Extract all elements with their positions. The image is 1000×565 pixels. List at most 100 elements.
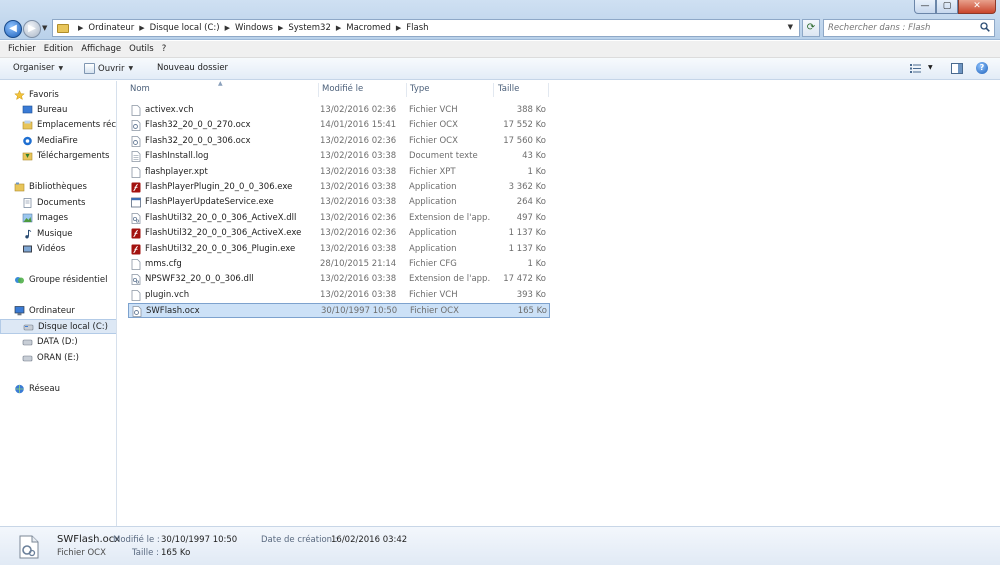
new-folder-button[interactable]: Nouveau dossier	[157, 63, 228, 73]
file-name: FlashPlayerPlugin_20_0_0_306.exe	[145, 182, 293, 192]
menu-outils[interactable]: Outils	[125, 44, 158, 54]
recent-places-icon	[22, 120, 33, 129]
file-row[interactable]: flashplayer.xpt 13/02/2016 03:38 Fichier X…	[128, 165, 550, 180]
doc-icon	[131, 259, 141, 270]
file-list: ▲ Nom Modifié le Type Taille activex.vch…	[118, 80, 1000, 526]
column-divider[interactable]	[548, 83, 549, 97]
open-button[interactable]: Ouvrir ▼	[84, 63, 133, 74]
search-icon[interactable]	[980, 22, 990, 32]
sidebar-item-telechargements[interactable]: Téléchargements	[0, 148, 116, 163]
address-bar[interactable]: ▶ Ordinateur ▶ Disque local (C:) ▶ Windo…	[52, 19, 800, 37]
sidebar-reseau[interactable]: Réseau	[0, 381, 116, 396]
arrow-right-icon: ▶	[28, 23, 36, 34]
sidebar-item-images[interactable]: Images	[0, 210, 116, 225]
file-row[interactable]: mms.cfg 28/10/2015 21:14 Fichier CFG 1 Ko	[128, 257, 550, 272]
menu-fichier[interactable]: Fichier	[4, 44, 40, 54]
file-modified: 13/02/2016 03:38	[320, 274, 397, 285]
forward-button[interactable]: ▶	[23, 20, 41, 38]
file-size: 17 472 Ko	[503, 274, 546, 285]
column-headers: ▲ Nom Modifié le Type Taille	[118, 80, 1000, 99]
column-divider[interactable]	[318, 83, 319, 97]
breadcrumb-windows[interactable]: Windows	[235, 23, 273, 33]
sidebar-ordinateur[interactable]: Ordinateur	[0, 303, 116, 318]
file-row[interactable]: Flash32_20_0_0_270.ocx 14/01/2016 15:41 Fi…	[128, 118, 550, 133]
maximize-button[interactable]: ▢	[936, 0, 958, 14]
chevron-right-icon[interactable]: ▶	[139, 24, 144, 32]
sidebar-item-bureau[interactable]: Bureau	[0, 102, 116, 117]
file-modified: 13/02/2016 03:38	[320, 243, 397, 254]
file-type: Application	[409, 243, 457, 254]
breadcrumb-macromed[interactable]: Macromed	[346, 23, 391, 33]
menu-help[interactable]: ?	[158, 44, 171, 54]
file-row[interactable]: FlashUtil32_20_0_0_306_ActiveX.exe 13/02/…	[128, 226, 550, 241]
chevron-down-icon[interactable]: ▼	[928, 64, 933, 71]
column-divider[interactable]	[493, 83, 494, 97]
sidebar-item-disque-local-c[interactable]: Disque local (C:)	[0, 319, 116, 334]
file-row[interactable]: SWFlash.ocx 30/10/1997 10:50 Fichier OCX 16…	[128, 303, 550, 319]
sidebar-groupe-residentiel[interactable]: Groupe résidentiel	[0, 272, 116, 287]
sidebar-item-musique[interactable]: Musique	[0, 226, 116, 241]
sidebar-item-documents[interactable]: Documents	[0, 195, 116, 210]
drive-icon	[23, 324, 34, 330]
details-modified-value: 30/10/1997 10:50	[161, 535, 238, 545]
file-type: Fichier OCX	[410, 306, 459, 317]
search-input[interactable]	[824, 20, 974, 36]
column-divider[interactable]	[406, 83, 407, 97]
chevron-right-icon[interactable]: ▶	[278, 24, 283, 32]
breadcrumb-system32[interactable]: System32	[288, 23, 331, 33]
column-header-modified[interactable]: Modifié le	[322, 84, 363, 94]
search-box[interactable]	[823, 19, 995, 37]
menu-affichage[interactable]: Affichage	[77, 44, 125, 54]
file-modified: 28/10/2015 21:14	[320, 259, 397, 269]
column-header-name[interactable]: Nom	[130, 84, 150, 94]
menu-edition[interactable]: Edition	[40, 44, 77, 54]
file-row[interactable]: FlashUtil32_20_0_0_306_ActiveX.dll 13/02/…	[128, 211, 550, 226]
breadcrumb-ordinateur[interactable]: Ordinateur	[88, 23, 134, 33]
refresh-button[interactable]: ⟳	[802, 19, 820, 37]
file-row[interactable]: Flash32_20_0_0_306.ocx 13/02/2016 02:36 Fi…	[128, 134, 550, 149]
recent-pages-dropdown[interactable]: ▼	[42, 24, 47, 32]
back-button[interactable]: ◀	[4, 20, 22, 38]
refresh-icon: ⟳	[806, 22, 816, 33]
sidebar-item-data-d[interactable]: DATA (D:)	[0, 334, 116, 349]
sidebar-item-emplacements-recents[interactable]: Emplacements récents	[0, 117, 116, 132]
breadcrumb-disque-local[interactable]: Disque local (C:)	[150, 23, 220, 33]
library-icon	[14, 182, 25, 191]
sidebar-item-videos[interactable]: Vidéos	[0, 241, 116, 256]
sidebar-item-oran-e[interactable]: ORAN (E:)	[0, 350, 116, 365]
chevron-right-icon[interactable]: ▶	[78, 24, 83, 32]
file-row[interactable]: NPSWF32_20_0_0_306.dll 13/02/2016 03:38 Ex…	[128, 272, 550, 287]
breadcrumb-flash[interactable]: Flash	[406, 23, 428, 33]
file-row[interactable]: FlashUtil32_20_0_0_306_Plugin.exe 13/02/2…	[128, 242, 550, 257]
chevron-right-icon[interactable]: ▶	[336, 24, 341, 32]
file-row[interactable]: FlashInstall.log 13/02/2016 03:38 Document…	[128, 149, 550, 164]
file-row[interactable]: FlashPlayerUpdateService.exe 13/02/2016 0…	[128, 195, 550, 210]
file-row[interactable]: plugin.vch 13/02/2016 03:38 Fichier VCH 393…	[128, 288, 550, 303]
preview-pane-icon[interactable]	[951, 63, 963, 74]
minimize-button[interactable]: —	[914, 0, 936, 14]
column-header-size[interactable]: Taille	[498, 84, 519, 94]
details-filename: SWFlash.ocx	[57, 534, 121, 545]
help-icon[interactable]: ?	[976, 62, 988, 74]
chevron-right-icon[interactable]: ▶	[396, 24, 401, 32]
sidebar-label: ORAN (E:)	[37, 352, 79, 363]
sidebar-bibliotheques[interactable]: Bibliothèques	[0, 179, 116, 194]
view-options-icon[interactable]	[910, 64, 921, 73]
chevron-down-icon[interactable]: ▼	[788, 23, 793, 31]
column-header-type[interactable]: Type	[410, 84, 430, 94]
close-button[interactable]: ✕	[958, 0, 996, 14]
sidebar-favoris[interactable]: Favoris	[0, 87, 116, 102]
details-created-value: 16/02/2016 03:42	[331, 535, 408, 545]
network-icon	[15, 384, 24, 393]
doc-icon	[131, 289, 141, 301]
organize-button[interactable]: Organiser ▼	[13, 63, 63, 73]
file-size: 388 Ko	[516, 105, 546, 115]
file-size: 17 560 Ko	[503, 135, 546, 146]
sidebar-item-mediafire[interactable]: MediaFire	[0, 133, 116, 148]
file-row[interactable]: FlashPlayerPlugin_20_0_0_306.exe 13/02/20…	[128, 180, 550, 195]
file-row[interactable]: activex.vch 13/02/2016 02:36 Fichier VCH 38…	[128, 103, 550, 118]
file-name: plugin.vch	[145, 289, 190, 300]
arrow-left-icon: ◀	[9, 23, 17, 34]
dll-icon	[131, 274, 141, 286]
chevron-right-icon[interactable]: ▶	[225, 24, 230, 32]
